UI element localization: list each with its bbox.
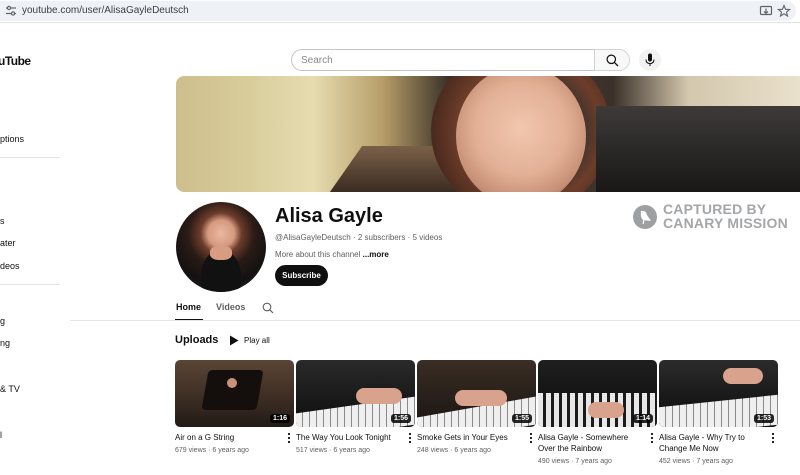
install-app-icon[interactable] <box>759 4 773 18</box>
video-age: 7 years ago <box>696 458 733 465</box>
tab-home[interactable]: Home <box>176 302 201 312</box>
video-age: 7 years ago <box>575 458 612 465</box>
youtube-logo[interactable]: uTube <box>0 54 31 68</box>
video-views: 679 views <box>175 447 207 454</box>
thumb-hands <box>455 390 507 406</box>
video-meta: 679 views · 6 years ago <box>175 447 249 454</box>
video-duration: 1:55 <box>511 414 532 423</box>
play-all-label: Play all <box>244 336 270 345</box>
voice-search-button[interactable] <box>639 49 661 71</box>
sidebar-item-movies-tv[interactable]: & TV <box>0 384 20 394</box>
sidebar-divider <box>0 157 60 158</box>
video-thumbnail[interactable]: 1:53 <box>659 360 778 427</box>
video-views: 490 views <box>538 458 570 465</box>
video-thumbnail[interactable]: 1:55 <box>417 360 536 427</box>
thumb-player <box>227 378 237 388</box>
search-button[interactable] <box>594 49 630 71</box>
play-icon <box>230 335 239 346</box>
microphone-icon <box>645 53 655 66</box>
sidebar-item-live[interactable]: l <box>0 430 2 440</box>
video-title[interactable]: Alisa Gayle - Why Try to Change Me Now <box>659 432 767 454</box>
video-views: 248 views <box>417 447 449 454</box>
sidebar-item-liked-videos[interactable]: deos <box>0 261 20 271</box>
sidebar-item-watch-later[interactable]: ater <box>0 238 16 248</box>
bookmark-star-icon[interactable] <box>777 4 791 18</box>
sidebar-item-subscriptions[interactable]: ptions <box>0 134 24 144</box>
channel-meta: @AlisaGayleDeutsch · 2 subscribers · 5 v… <box>275 233 443 242</box>
video-views: 517 views <box>296 447 328 454</box>
tabs-divider <box>70 320 800 321</box>
channel-banner <box>176 76 800 192</box>
uploads-title[interactable]: Uploads <box>175 334 218 346</box>
video-age: 6 years ago <box>212 447 249 454</box>
thumb-hands <box>588 402 624 418</box>
avatar-shoulders <box>210 246 232 260</box>
video-duration: 1:56 <box>390 414 411 423</box>
about-text: More about this channel <box>275 250 361 259</box>
video-title[interactable]: Smoke Gets in Your Eyes <box>417 432 525 443</box>
search-icon <box>606 54 619 67</box>
omnibox[interactable]: youtube.com/user/AlisaGayleDeutsch <box>0 1 796 21</box>
video-duration: 1:16 <box>269 414 290 423</box>
banner-piano <box>596 106 800 192</box>
video-duration: 1:14 <box>632 414 653 423</box>
more-options-icon[interactable] <box>528 432 534 444</box>
video-meta: 248 views · 6 years ago <box>417 447 491 454</box>
canary-logo-icon <box>633 205 657 229</box>
search-input[interactable] <box>301 55 581 66</box>
video-views: 452 views <box>659 458 691 465</box>
video-age: 6 years ago <box>454 447 491 454</box>
sidebar-item-shopping[interactable]: ng <box>0 338 10 348</box>
subscribe-button[interactable]: Subscribe <box>275 265 328 286</box>
more-options-icon[interactable] <box>770 432 776 444</box>
banner-face <box>456 76 586 192</box>
video-thumbnail[interactable]: 1:56 <box>296 360 415 427</box>
watermark-text: CAPTURED BY CANARY MISSION <box>663 202 788 230</box>
video-thumbnail[interactable]: 1:16 <box>175 360 294 427</box>
video-duration: 1:53 <box>753 414 774 423</box>
video-thumbnail[interactable]: 1:14 <box>538 360 657 427</box>
video-meta: 517 views · 6 years ago <box>296 447 370 454</box>
channel-handle: @AlisaGayleDeutsch <box>275 233 351 242</box>
video-meta: 490 views · 7 years ago <box>538 458 612 465</box>
sidebar-divider <box>0 284 60 285</box>
thumb-piano <box>201 370 264 410</box>
video-title[interactable]: The Way You Look Tonight <box>296 432 404 443</box>
video-title[interactable]: Air on a G String <box>175 432 283 443</box>
video-age: 6 years ago <box>333 447 370 454</box>
channel-avatar[interactable] <box>176 202 266 292</box>
more-options-icon[interactable] <box>407 432 413 444</box>
video-title[interactable]: Alisa Gayle - Somewhere Over the Rainbow <box>538 432 646 454</box>
more-options-icon[interactable] <box>286 432 292 444</box>
sidebar-item-trending[interactable]: g <box>0 316 5 326</box>
browser-address-bar: youtube.com/user/AlisaGayleDeutsch <box>0 0 800 23</box>
tab-videos[interactable]: Videos <box>216 302 245 312</box>
sidebar-item-your-videos[interactable]: s <box>0 216 5 226</box>
thumb-hands <box>723 368 763 384</box>
watermark-line1: CAPTURED BY <box>663 201 767 217</box>
watermark-line2: CANARY MISSION <box>663 215 788 231</box>
channel-name: Alisa Gayle <box>275 205 383 227</box>
search-box[interactable] <box>291 49 594 71</box>
video-meta: 452 views · 7 years ago <box>659 458 733 465</box>
more-link[interactable]: ...more <box>363 250 389 259</box>
more-options-icon[interactable] <box>649 432 655 444</box>
site-settings-icon[interactable] <box>5 5 17 17</box>
address-url[interactable]: youtube.com/user/AlisaGayleDeutsch <box>22 5 189 16</box>
channel-search-icon[interactable] <box>262 302 274 314</box>
channel-about[interactable]: More about this channel ...more <box>275 250 389 259</box>
thumb-hands <box>356 388 402 404</box>
video-count: 5 videos <box>412 233 443 242</box>
subscriber-count: 2 subscribers <box>357 233 406 242</box>
